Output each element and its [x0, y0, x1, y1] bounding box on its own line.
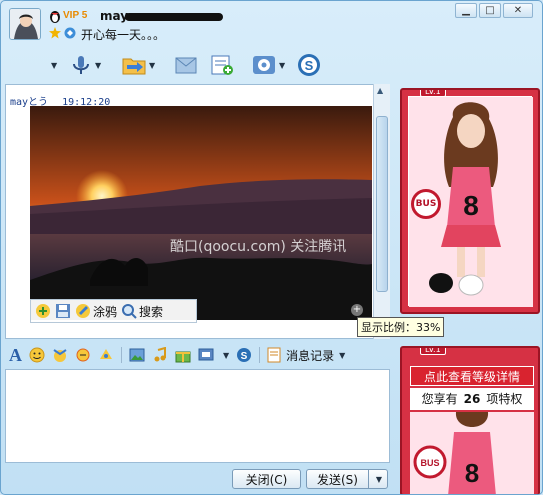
- message-input[interactable]: [5, 369, 390, 463]
- microphone-icon: [73, 56, 89, 74]
- message-history-button[interactable]: 消息记录 ▼: [267, 347, 345, 364]
- toolbar-more-dropdown[interactable]: ▼: [49, 52, 57, 78]
- chevron-down-icon: ▼: [279, 60, 286, 70]
- chevron-down-icon[interactable]: ▼: [223, 351, 229, 360]
- photo-toolbar: 涂鸦 搜索: [30, 299, 197, 323]
- settings-button[interactable]: ▼: [251, 52, 285, 78]
- chat-window: VIP 5 may 开心每一天。。。 ▁ □ ✕ ▼ ▼ ▼ ▼ S mayとう…: [0, 0, 543, 495]
- image-search-button[interactable]: 搜索: [121, 303, 163, 320]
- privilege-prefix: 您享有: [421, 392, 458, 406]
- contact-nickname: may: [100, 9, 129, 23]
- svg-text:8: 8: [465, 458, 479, 488]
- toolbar-divider: [121, 347, 122, 363]
- message-scrollbar[interactable]: ▲ ▼: [373, 84, 390, 339]
- level-detail-link[interactable]: 点此查看等级详情: [410, 366, 534, 386]
- add-emoji-icon: [36, 304, 50, 318]
- maximize-button[interactable]: □: [479, 3, 501, 18]
- music-icon[interactable]: [152, 346, 168, 363]
- folder-icon: [122, 58, 146, 75]
- qq-show-avatar: 8 BUS: [408, 96, 533, 307]
- scroll-thumb[interactable]: [376, 116, 388, 292]
- doodle-label: 涂鸦: [93, 304, 118, 319]
- voice-message-icon[interactable]: [98, 347, 114, 363]
- level-tag: LV.1: [420, 90, 446, 97]
- scroll-up-arrow[interactable]: ▲: [377, 86, 383, 95]
- save-icon: [56, 304, 70, 318]
- qzone-icon[interactable]: [64, 27, 76, 39]
- search-label: 搜索: [139, 304, 164, 319]
- privilege-suffix: 项特权: [486, 392, 523, 406]
- emoji-save-button[interactable]: [35, 303, 51, 319]
- doodle-icon: [76, 304, 90, 318]
- qq-show-character-image: 8 BUS: [410, 412, 534, 494]
- chevron-down-icon: ▼: [95, 60, 102, 70]
- zoom-in-button[interactable]: +: [351, 304, 363, 316]
- toolbar-divider: [259, 347, 261, 363]
- svg-text:S: S: [305, 58, 314, 73]
- file-transfer-button[interactable]: ▼: [121, 52, 155, 78]
- svg-text:BUS: BUS: [420, 458, 439, 468]
- level-tag: LV.1: [420, 348, 446, 355]
- chevron-down-icon: ▼: [149, 60, 156, 70]
- font-button[interactable]: A: [9, 345, 22, 366]
- zoom-ratio-tooltip: 显示比例：33%: [357, 317, 445, 337]
- svg-text:8: 8: [463, 190, 479, 221]
- soso-small-icon[interactable]: S: [236, 347, 252, 363]
- avatar[interactable]: [9, 8, 41, 40]
- chevron-down-icon: ▼: [339, 350, 346, 360]
- send-button[interactable]: 发送(S): [306, 469, 368, 489]
- privilege-count: 26: [463, 392, 481, 406]
- vip-badge: VIP 5: [63, 10, 88, 21]
- gear-icon: [253, 56, 275, 74]
- sunset-landscape-image: [30, 106, 372, 320]
- chevron-down-icon: ▼: [375, 474, 383, 484]
- add-app-button[interactable]: [209, 52, 235, 78]
- emoticon-icon[interactable]: [29, 347, 45, 363]
- bus-sign: BUS: [411, 189, 441, 219]
- add-app-icon: [211, 55, 233, 75]
- main-toolbar: ▼ ▼ ▼ ▼ S: [1, 47, 542, 83]
- search-icon: [122, 304, 137, 319]
- soso-search-button[interactable]: S: [297, 52, 321, 78]
- watermark-text: 酷口(qoocu.com) 关注腾讯: [170, 239, 347, 255]
- shake-window-icon[interactable]: [75, 347, 91, 363]
- close-window-button[interactable]: ✕: [503, 3, 533, 18]
- close-button[interactable]: 关闭(C): [232, 469, 301, 489]
- shared-photo[interactable]: 酷口(qoocu.com) 关注腾讯: [30, 106, 372, 320]
- privilege-info: 您享有 26 项特权: [410, 388, 534, 410]
- minimize-button[interactable]: ▁: [455, 3, 477, 18]
- redacted-account: [125, 13, 223, 21]
- save-image-button[interactable]: [55, 303, 71, 319]
- chevron-down-icon: ▼: [51, 60, 58, 70]
- voice-button[interactable]: ▼: [69, 52, 101, 78]
- screenshot-icon[interactable]: [198, 347, 214, 363]
- personal-signature: 开心每一天。。。: [81, 28, 166, 42]
- star-icon: [49, 27, 61, 39]
- status-icons: [49, 27, 76, 39]
- send-options-dropdown[interactable]: ▼: [368, 469, 388, 489]
- email-icon: [175, 57, 197, 74]
- qq-show-card-secondary[interactable]: LV.1 点此查看等级详情 您享有 26 项特权 8 BUS: [400, 346, 540, 494]
- gift-icon[interactable]: [175, 347, 191, 363]
- history-icon: [267, 347, 281, 363]
- message-history-area[interactable]: mayとう 19:12:20 酷口(qoocu.com) 关注腾讯 涂鸦 搜索 …: [5, 84, 390, 339]
- magic-emoticon-icon[interactable]: [52, 347, 68, 363]
- window-controls: ▁ □ ✕: [455, 3, 533, 18]
- send-image-icon[interactable]: [129, 347, 145, 363]
- soso-icon: S: [298, 54, 320, 76]
- doodle-button[interactable]: 涂鸦: [75, 303, 117, 320]
- svg-text:S: S: [241, 351, 248, 362]
- email-button[interactable]: [173, 52, 199, 78]
- format-toolbar: A ▼ S 消息记录 ▼: [5, 343, 390, 367]
- qq-penguin-icon: [50, 11, 60, 23]
- qq-show-card[interactable]: 8 BUS LV.1: [400, 88, 540, 314]
- history-label: 消息记录: [286, 348, 335, 363]
